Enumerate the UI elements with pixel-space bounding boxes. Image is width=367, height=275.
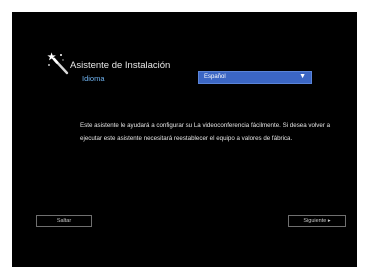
wizard-description: Este asistente le ayudará a configurar s… xyxy=(80,122,331,142)
language-label: Idioma xyxy=(82,74,105,83)
triangle-down-icon[interactable]: ▼ xyxy=(299,73,306,80)
next-button[interactable]: Siguiente ▸ xyxy=(288,215,346,227)
language-select[interactable]: Español ▼ xyxy=(198,71,312,84)
wizard-title: Asistente de Instalación xyxy=(70,60,171,71)
magic-wand-icon xyxy=(47,52,69,75)
skip-button[interactable]: Saltar xyxy=(36,215,92,227)
setup-wizard-screen: Asistente de Instalación Idioma Español … xyxy=(12,12,357,267)
language-select-value: Español xyxy=(204,74,226,80)
